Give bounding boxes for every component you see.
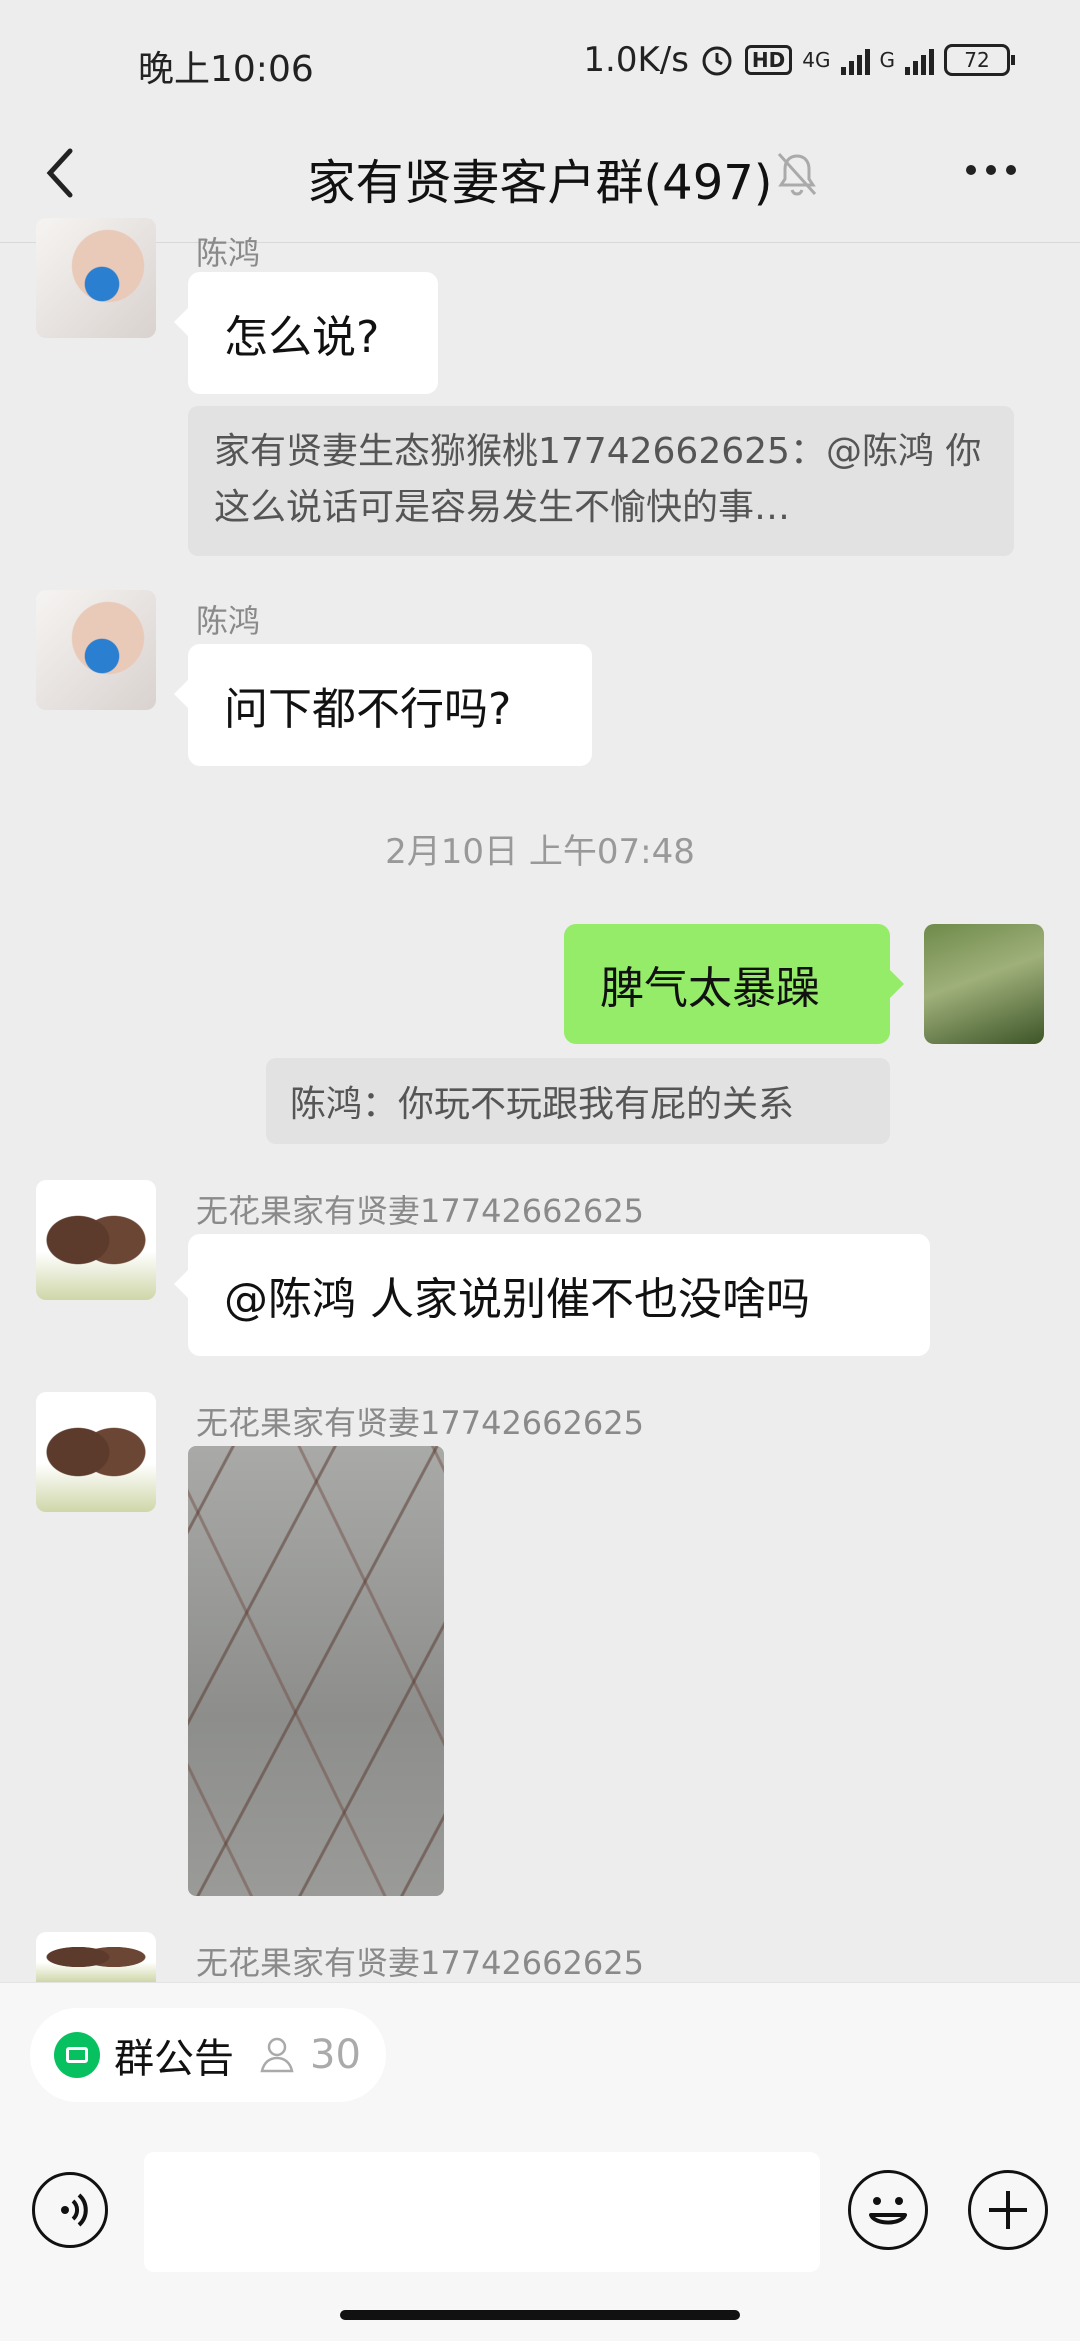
avatar[interactable] (36, 1392, 156, 1512)
voice-button[interactable] (32, 2172, 108, 2248)
sender-name: 陈鸿 (196, 234, 261, 272)
sender-name: 无花果家有贤妻17742662625 (196, 1944, 644, 1982)
emoji-button[interactable] (848, 2170, 928, 2250)
group-notice-button[interactable]: 群公告 30 (30, 2008, 386, 2102)
my-message-bubble[interactable]: 脾气太暴躁 (564, 924, 904, 1044)
plus-icon (989, 2191, 1027, 2229)
quoted-message[interactable]: 陈鸿：你玩不玩跟我有屁的关系 (266, 1058, 890, 1144)
my-avatar[interactable] (924, 924, 1044, 1044)
quoted-message[interactable]: 家有贤妻生态猕猴桃17742662625：@陈鸿 你这么说话可是容易发生不愉快的… (188, 406, 1014, 556)
sender-name: 陈鸿 (196, 602, 261, 640)
message-bubble[interactable]: @陈鸿 人家说别催不也没啥吗 (174, 1234, 930, 1356)
network-g-label: G (879, 48, 896, 72)
person-icon (260, 2037, 294, 2073)
message-text: 问下都不行吗? (224, 684, 512, 735)
more-options-icon[interactable] (966, 165, 1016, 175)
message-text: @陈鸿 人家说别催不也没啥吗 (224, 1274, 810, 1325)
timestamp: 2月10日 上午07:48 (385, 832, 695, 872)
message-bubble[interactable]: 怎么说? (174, 272, 438, 394)
battery-indicator: 72 (944, 44, 1015, 76)
home-indicator[interactable] (340, 2310, 740, 2320)
member-count: 30 (310, 2032, 361, 2078)
voice-icon (61, 2193, 88, 2227)
status-indicators: 1.0K/s HD 4G G 72 (583, 40, 1015, 80)
status-time: 晚上10:06 (138, 49, 314, 90)
chat-title: 家有贤妻客户群(497) (307, 155, 773, 211)
emoji-icon (869, 2197, 907, 2225)
signal-icon (905, 45, 934, 75)
mute-bell-icon (777, 152, 817, 196)
notice-label: 群公告 (114, 2036, 234, 2082)
message-text: 怎么说? (224, 312, 380, 363)
message-bubble[interactable]: 问下都不行吗? (174, 644, 592, 766)
network-4g-label: 4G (802, 48, 831, 72)
signal-icon (840, 45, 870, 75)
message-input[interactable] (144, 2152, 820, 2272)
image-message[interactable] (188, 1446, 444, 1896)
avatar[interactable] (36, 590, 156, 710)
avatar[interactable] (36, 1180, 156, 1300)
hd-badge: HD (744, 45, 793, 75)
network-speed: 1.0K/s (583, 40, 689, 80)
avatar[interactable] (36, 218, 156, 338)
alarm-icon (702, 46, 732, 76)
announcement-icon (54, 2032, 100, 2078)
avatar[interactable] (36, 1932, 156, 1982)
sender-name: 无花果家有贤妻17742662625 (196, 1404, 644, 1442)
message-text: 脾气太暴躁 (600, 963, 820, 1014)
sender-name: 无花果家有贤妻17742662625 (196, 1192, 644, 1230)
more-functions-button[interactable] (968, 2170, 1048, 2250)
